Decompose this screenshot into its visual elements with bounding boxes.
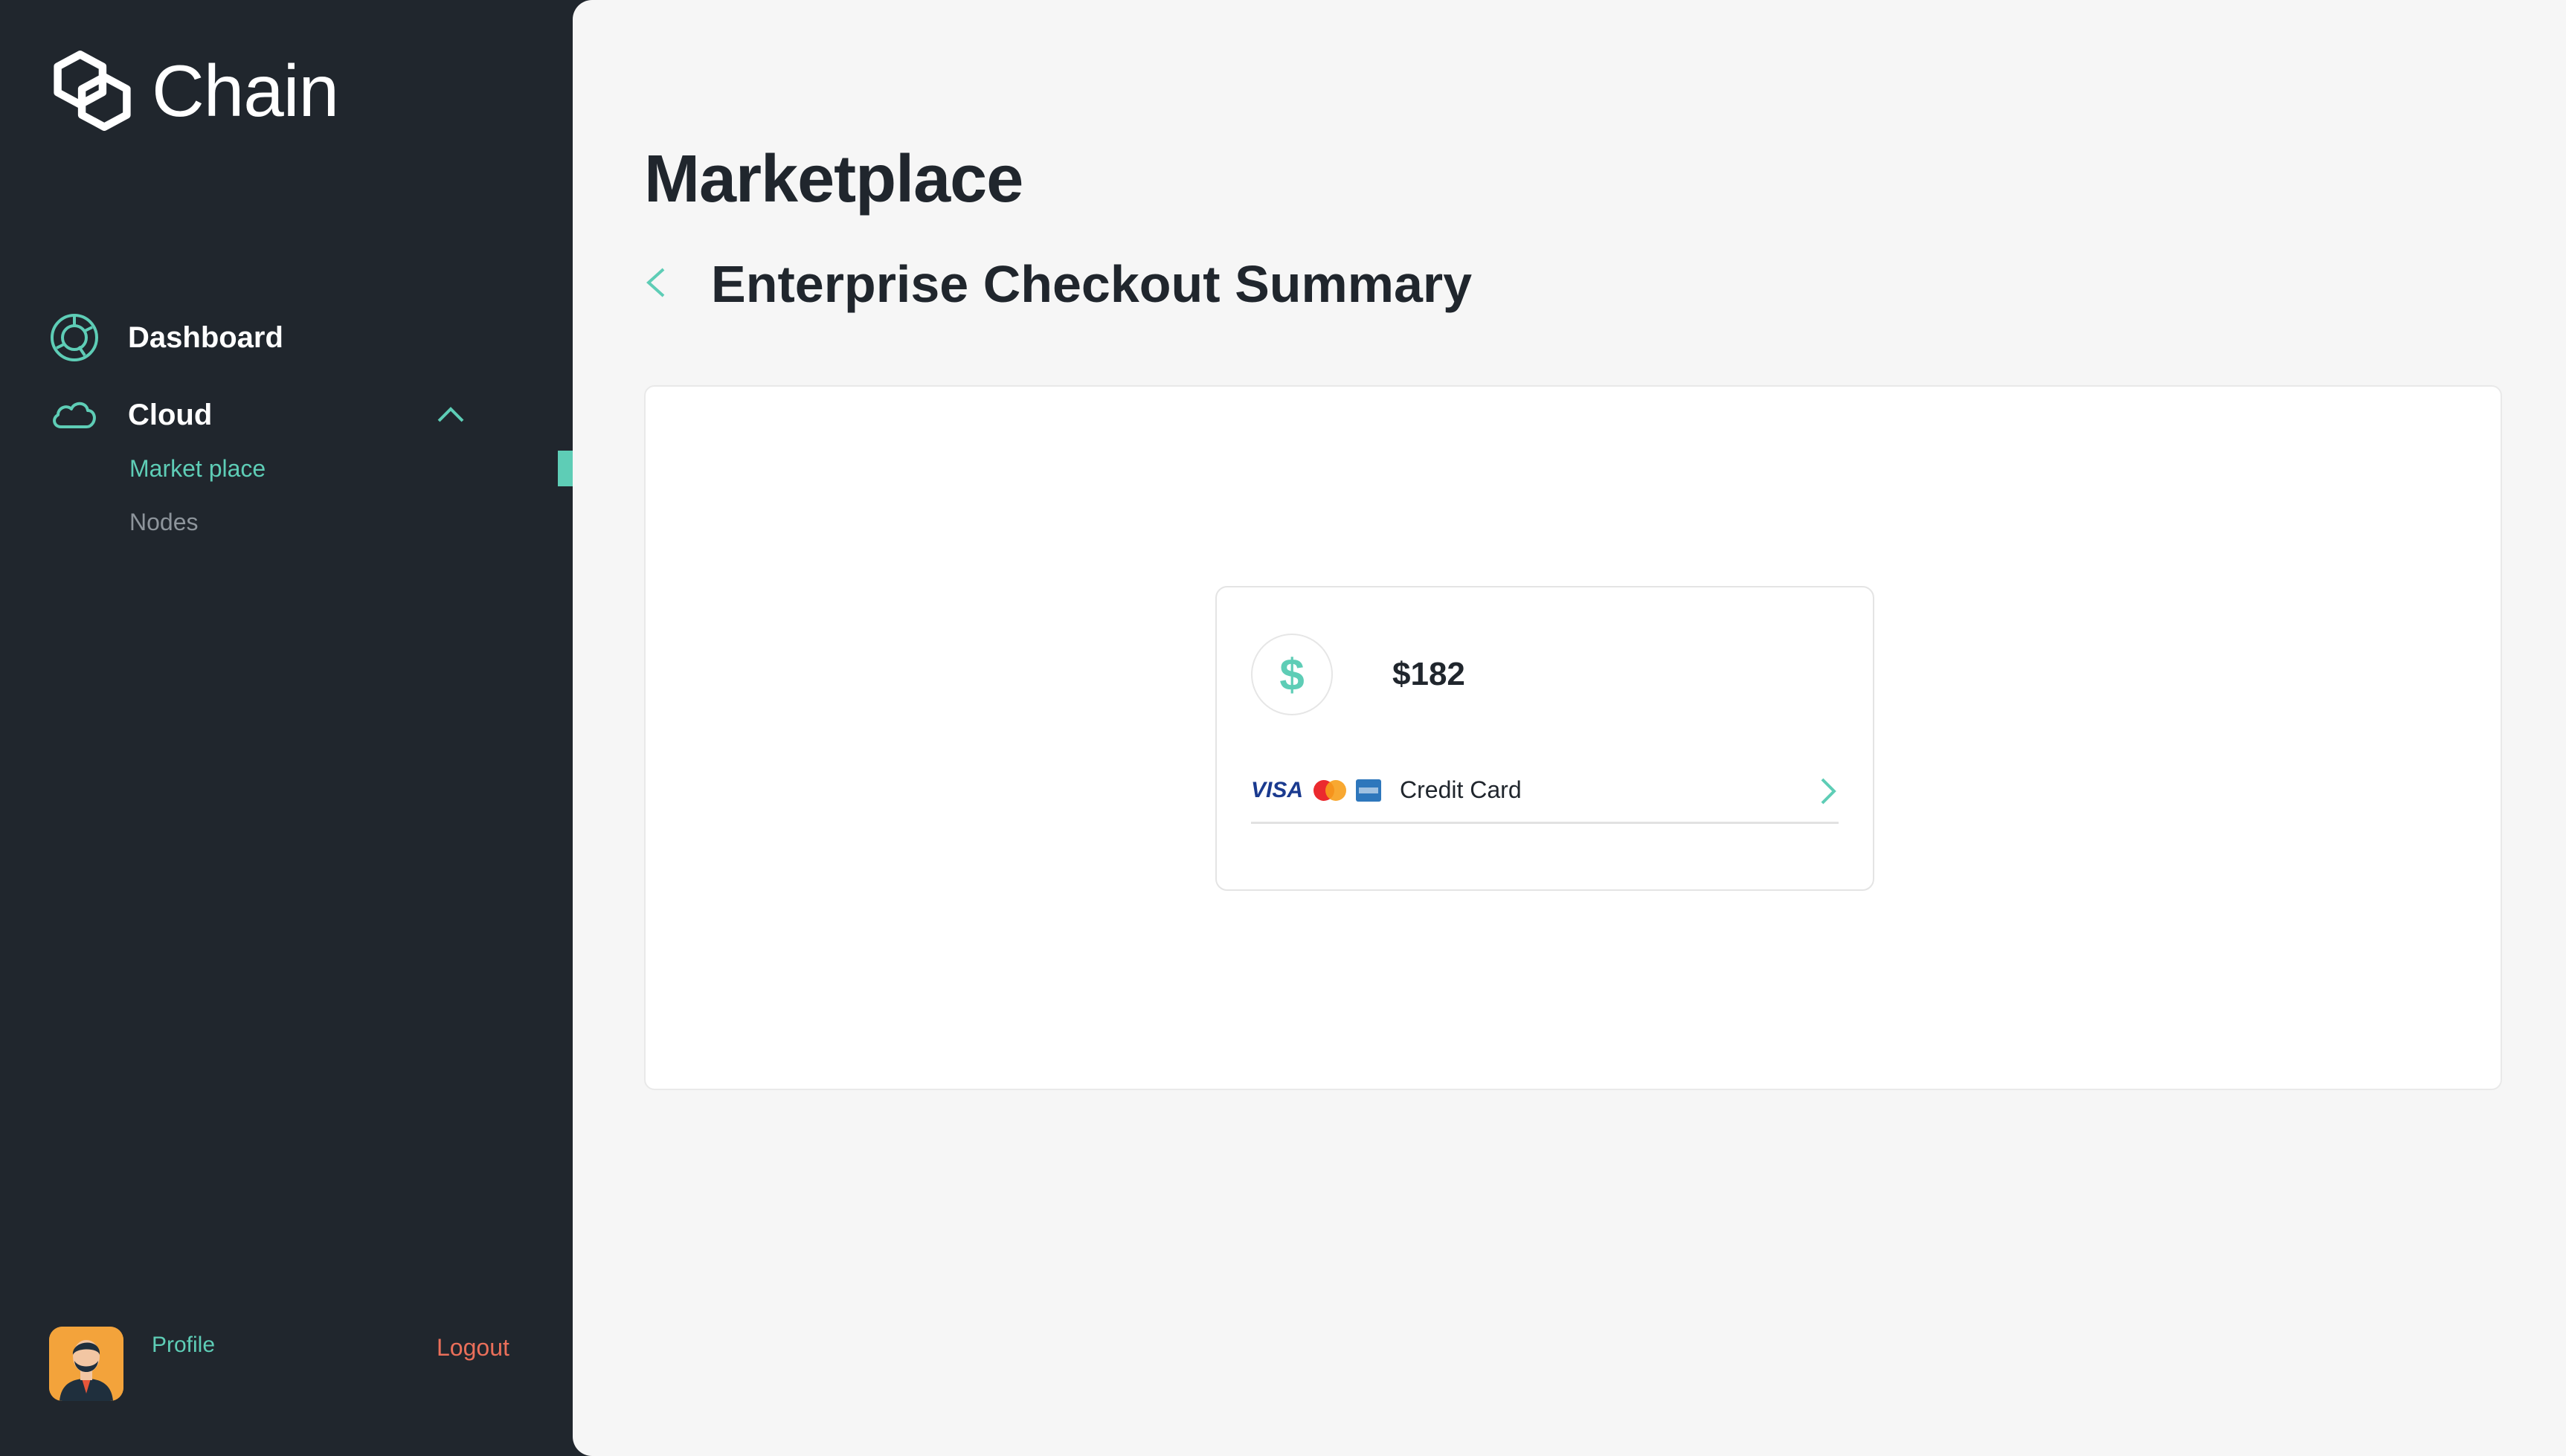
sidebar-subitem-nodes[interactable]: Nodes (129, 509, 199, 536)
checkout-panel: $ $182 VISA Credit Card (644, 385, 2502, 1090)
avatar[interactable] (49, 1327, 123, 1401)
visa-icon: VISA (1251, 778, 1304, 802)
cloud-icon (49, 390, 100, 440)
back-chevron-icon[interactable] (641, 265, 671, 300)
mastercard-icon (1313, 780, 1347, 801)
card-brand-logos: VISA (1251, 778, 1382, 803)
chevron-up-icon[interactable] (436, 400, 466, 430)
sidebar-item-label: Cloud (128, 398, 213, 431)
active-indicator (558, 451, 573, 486)
amex-icon (1356, 779, 1382, 802)
logout-link[interactable]: Logout (437, 1334, 509, 1362)
chevron-right-icon[interactable] (1816, 775, 1839, 808)
page-title: Marketplace (644, 142, 1023, 216)
app-name: Chain (152, 50, 339, 132)
total-amount: $182 (1392, 656, 1465, 692)
payment-method-label: Credit Card (1400, 776, 1522, 803)
sidebar-item-dashboard[interactable]: Dashboard (49, 312, 283, 363)
chain-logo-icon (54, 51, 131, 131)
dashboard-icon (49, 312, 100, 363)
sidebar-subitem-marketplace[interactable]: Market place (129, 455, 266, 483)
sidebar-item-label: Dashboard (128, 320, 283, 354)
checkout-summary-card: $ $182 VISA Credit Card (1215, 586, 1874, 891)
sidebar: Chain Dashboard Cloud Market place Nodes… (0, 0, 573, 1456)
sidebar-item-cloud[interactable]: Cloud (49, 390, 466, 440)
main-content: Marketplace Enterprise Checkout Summary … (573, 0, 2566, 1456)
dollar-icon: $ (1251, 634, 1333, 715)
section-title: Enterprise Checkout Summary (711, 255, 1473, 313)
payment-method-row[interactable]: VISA Credit Card (1251, 763, 1839, 824)
app-logo[interactable]: Chain (49, 48, 339, 134)
profile-link[interactable]: Profile (152, 1333, 215, 1358)
